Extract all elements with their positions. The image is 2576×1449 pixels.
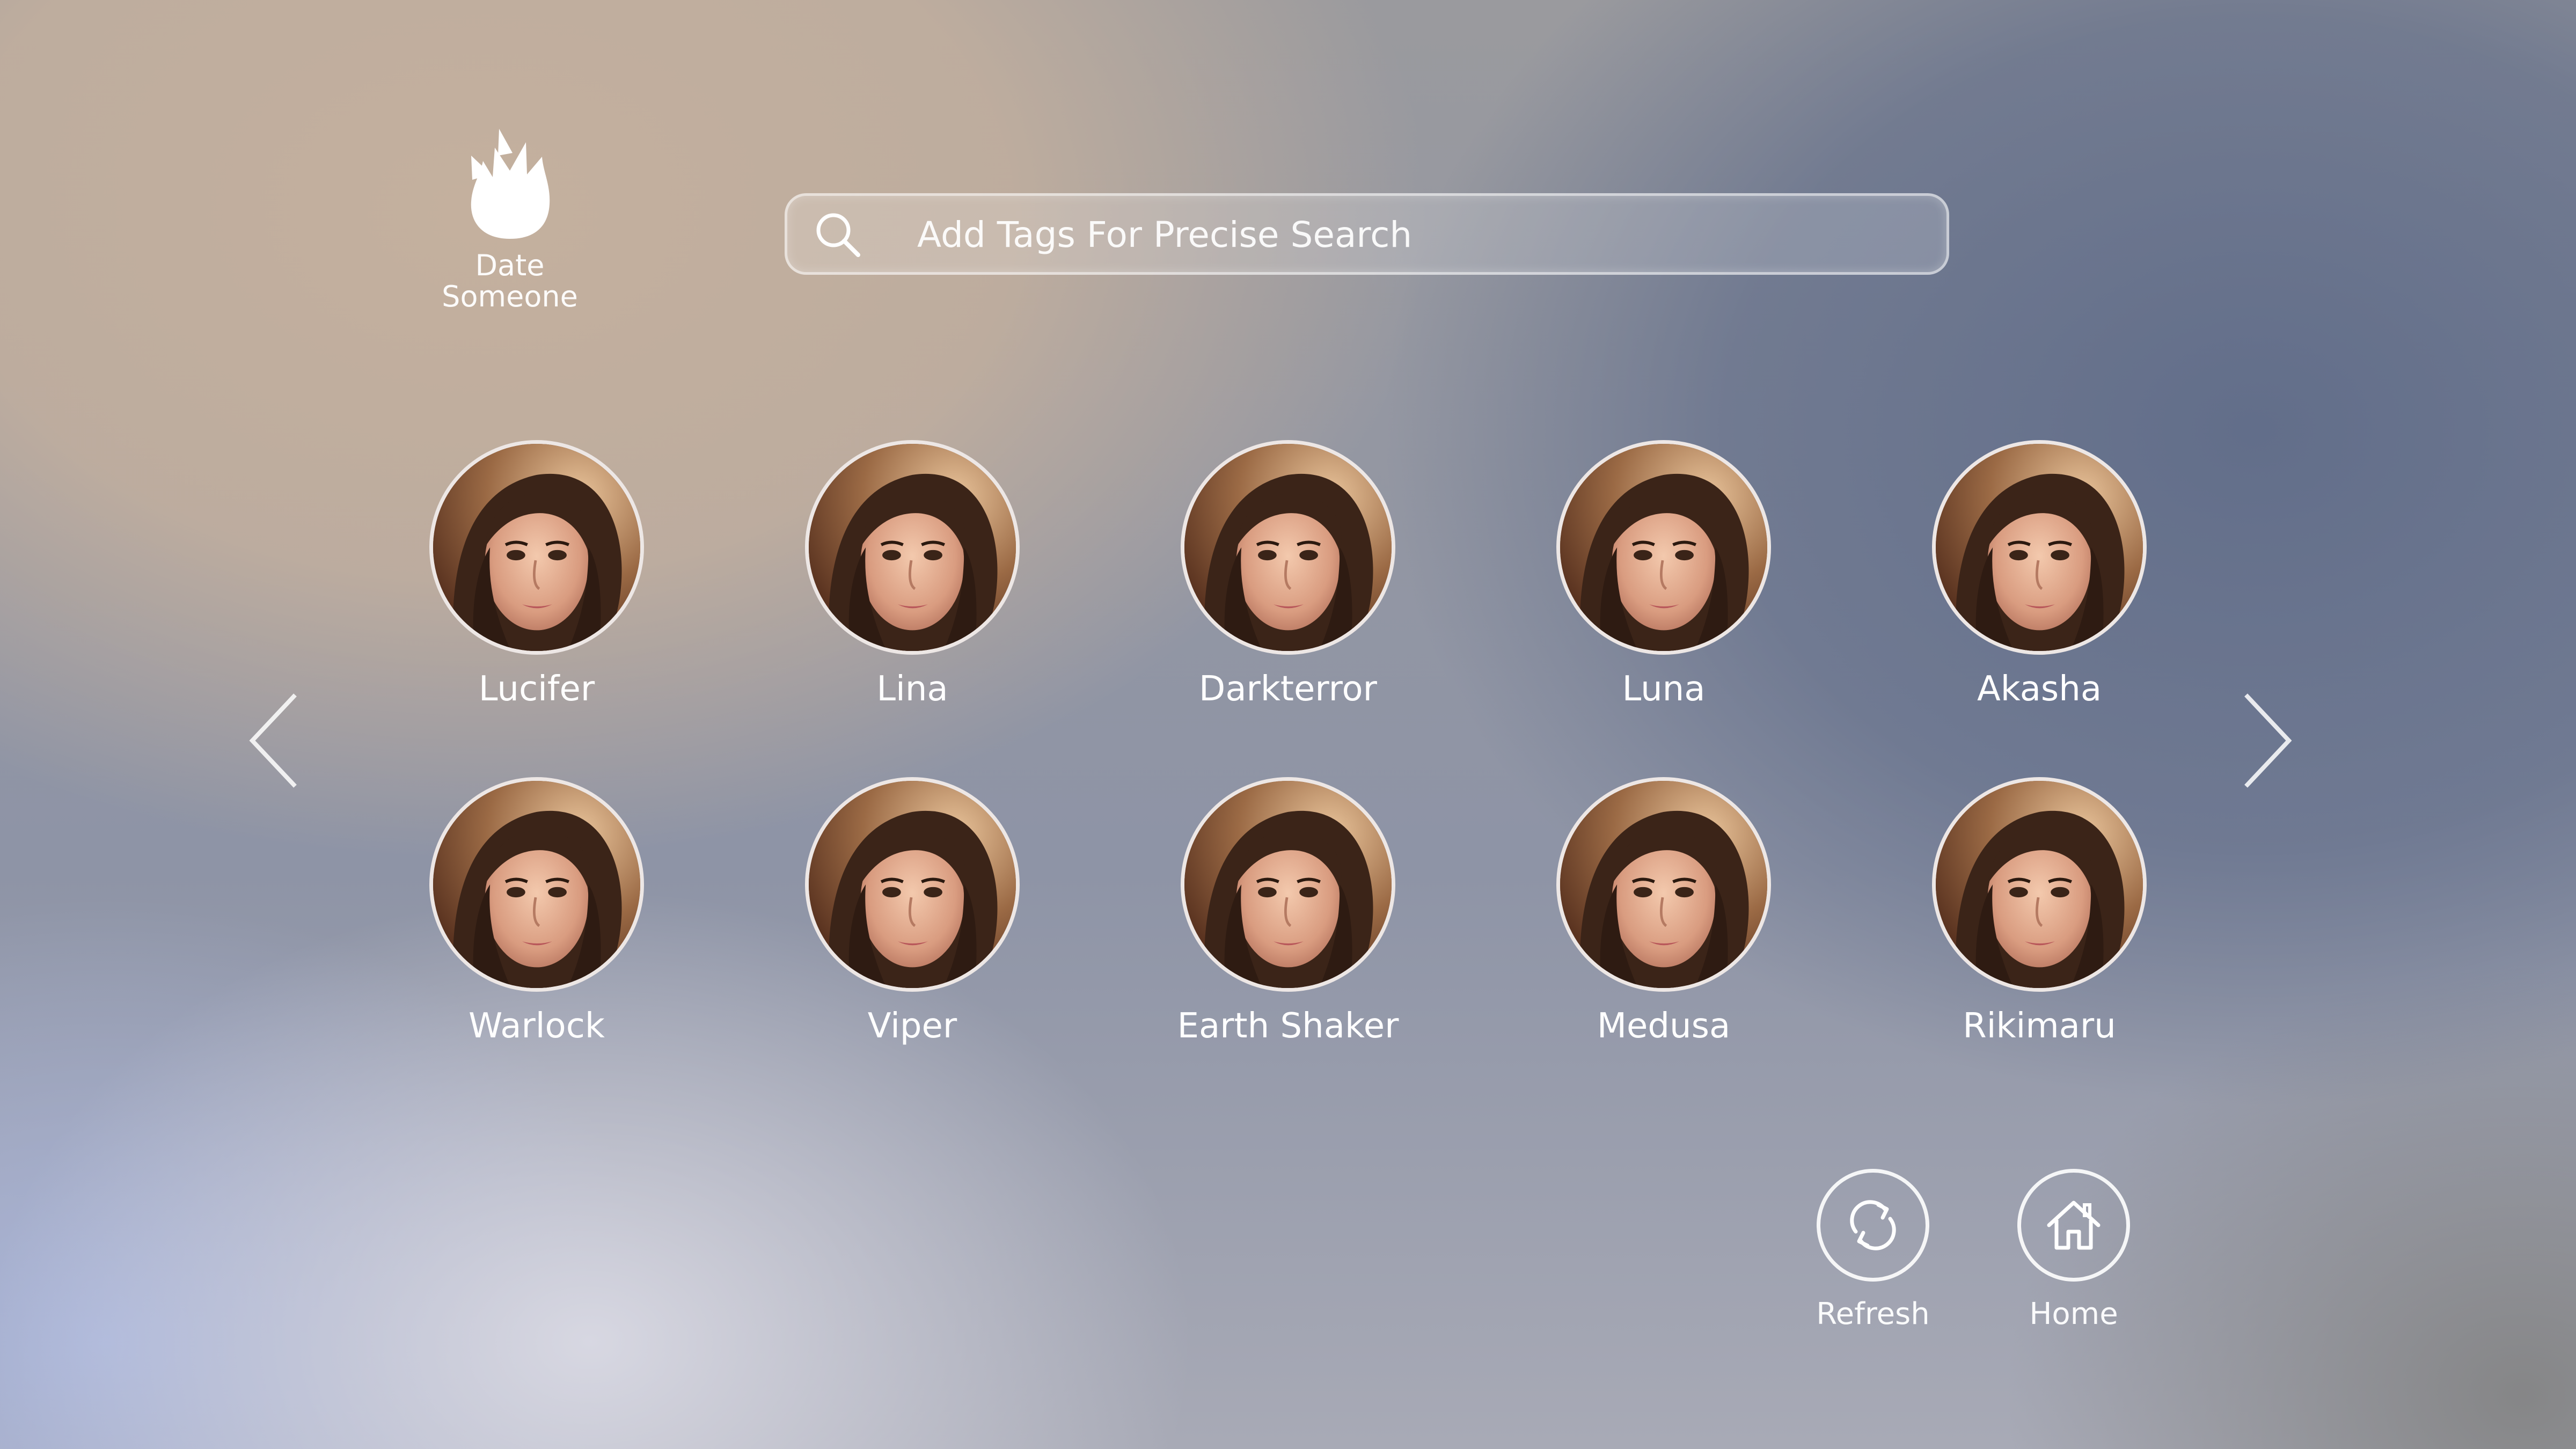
portrait-image <box>433 781 640 988</box>
profile-card[interactable]: Earth Shaker <box>1138 777 1438 1045</box>
portrait-image <box>1936 444 2143 651</box>
profile-name: Lina <box>876 669 948 709</box>
refresh-icon <box>1850 1200 1896 1250</box>
profile-card[interactable]: Luna <box>1513 440 1814 708</box>
profile-card[interactable]: Warlock <box>386 777 687 1045</box>
avatar[interactable] <box>1181 440 1395 655</box>
home-label: Home <box>2029 1297 2118 1331</box>
profile-card[interactable]: Lucifer <box>386 440 687 708</box>
profile-card[interactable]: Rikimaru <box>1889 777 2190 1045</box>
portrait-image <box>433 444 640 651</box>
portrait-image <box>1560 781 1767 988</box>
profile-card[interactable]: Lina <box>762 440 1063 708</box>
profile-name: Lucifer <box>478 669 595 709</box>
portrait-image <box>809 444 1016 651</box>
avatar[interactable] <box>1556 440 1771 655</box>
portrait-image <box>1560 444 1767 651</box>
profile-name: Luna <box>1622 669 1706 709</box>
avatar[interactable] <box>429 777 644 992</box>
portrait-image <box>1936 781 2143 988</box>
portrait-image <box>1184 444 1392 651</box>
profile-card[interactable]: Darkterror <box>1138 440 1438 708</box>
avatar[interactable] <box>1932 777 2147 992</box>
avatar[interactable] <box>805 440 1020 655</box>
home-circle[interactable] <box>2017 1169 2130 1282</box>
avatar[interactable] <box>1556 777 1771 992</box>
profile-name: Medusa <box>1597 1006 1731 1046</box>
profile-name: Akasha <box>1977 669 2102 709</box>
profile-grid: Lucifer Lina Darkterror Luna Akasha Warl… <box>0 0 2576 1449</box>
refresh-circle[interactable] <box>1817 1169 1929 1282</box>
profile-name: Warlock <box>469 1006 605 1046</box>
profile-name: Earth Shaker <box>1177 1006 1399 1046</box>
refresh-button[interactable]: Refresh <box>1792 1169 1953 1331</box>
home-icon <box>2047 1201 2101 1250</box>
profile-card[interactable]: Viper <box>762 777 1063 1045</box>
portrait-image <box>809 781 1016 988</box>
profile-card[interactable]: Akasha <box>1889 440 2190 708</box>
profile-name: Rikimaru <box>1963 1006 2116 1046</box>
avatar[interactable] <box>1932 440 2147 655</box>
profile-name: Darkterror <box>1199 669 1377 709</box>
avatar[interactable] <box>805 777 1020 992</box>
portrait-image <box>1184 781 1392 988</box>
profile-name: Viper <box>867 1006 957 1046</box>
home-button[interactable]: Home <box>1993 1169 2154 1331</box>
profile-card[interactable]: Medusa <box>1513 777 1814 1045</box>
avatar[interactable] <box>1181 777 1395 992</box>
avatar[interactable] <box>429 440 644 655</box>
refresh-label: Refresh <box>1816 1297 1930 1331</box>
